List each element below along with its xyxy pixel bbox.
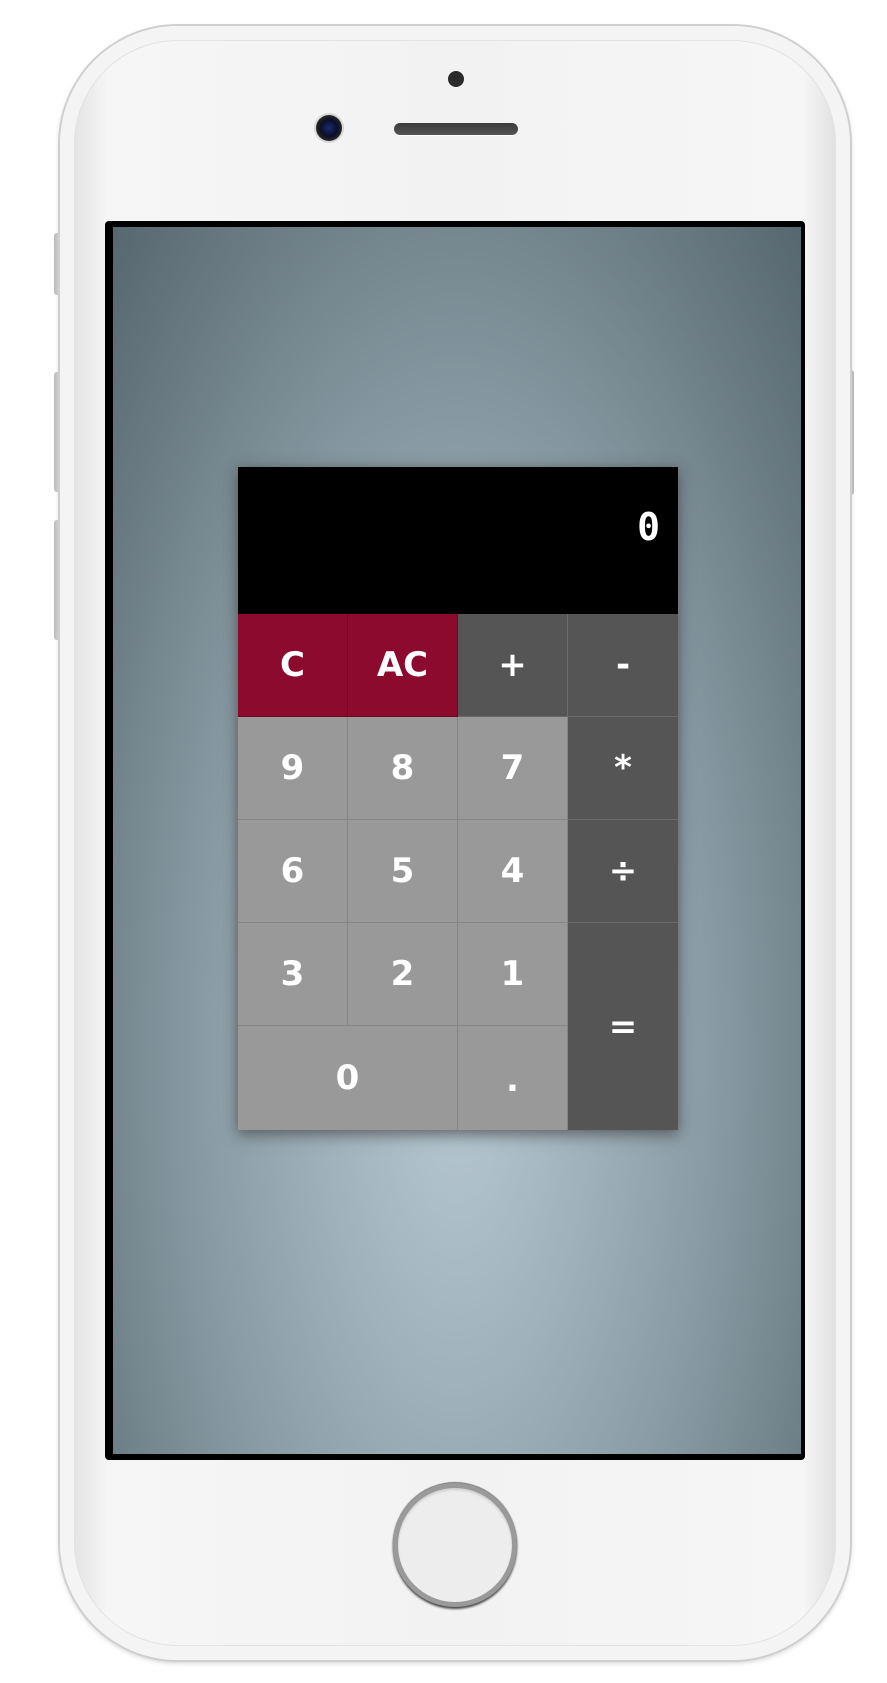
front-camera	[316, 115, 342, 141]
one-button[interactable]: 1	[458, 923, 568, 1026]
multiply-button[interactable]: *	[568, 717, 678, 820]
seven-button[interactable]: 7	[458, 717, 568, 820]
equals-button[interactable]: =	[568, 923, 678, 1130]
minus-button[interactable]: -	[568, 614, 678, 717]
four-button[interactable]: 4	[458, 820, 568, 923]
phone-screen: 0 C AC + - 9 8 7 * 6 5 4 ÷ 3 2 1 = 0 .	[105, 221, 805, 1460]
five-button[interactable]: 5	[348, 820, 458, 923]
earpiece-speaker	[394, 123, 518, 135]
three-button[interactable]: 3	[238, 923, 348, 1026]
plus-button[interactable]: +	[458, 614, 568, 717]
home-button[interactable]	[393, 1483, 517, 1607]
zero-button[interactable]: 0	[238, 1026, 458, 1130]
nine-button[interactable]: 9	[238, 717, 348, 820]
six-button[interactable]: 6	[238, 820, 348, 923]
calculator-display: 0	[238, 467, 678, 614]
eight-button[interactable]: 8	[348, 717, 458, 820]
all-clear-button[interactable]: AC	[348, 614, 458, 717]
app-background: 0 C AC + - 9 8 7 * 6 5 4 ÷ 3 2 1 = 0 .	[113, 227, 801, 1454]
decimal-button[interactable]: .	[458, 1026, 568, 1130]
proximity-sensor	[448, 71, 464, 87]
two-button[interactable]: 2	[348, 923, 458, 1026]
clear-button[interactable]: C	[238, 614, 348, 717]
divide-button[interactable]: ÷	[568, 820, 678, 923]
calculator: 0 C AC + - 9 8 7 * 6 5 4 ÷ 3 2 1 = 0 .	[238, 467, 678, 1130]
